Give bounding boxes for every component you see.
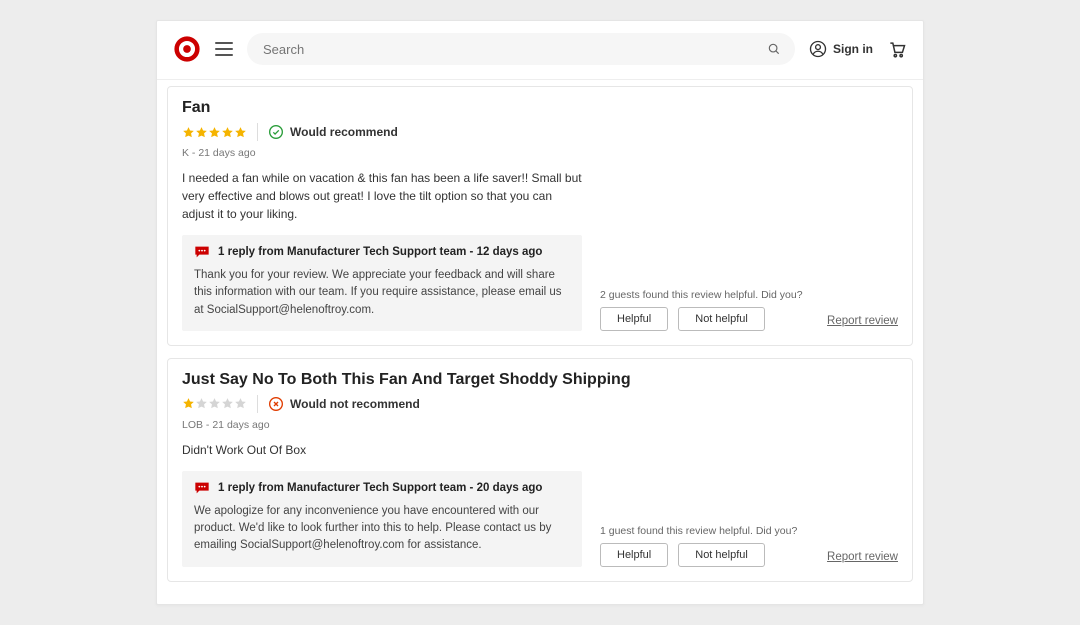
reply-body: We apologize for any inconvenience you h… <box>194 503 570 555</box>
review-title: Just Say No To Both This Fan And Target … <box>182 371 898 389</box>
helpful-prompt: 2 guests found this review helpful. Did … <box>600 289 803 301</box>
star-icon <box>182 397 195 410</box>
star-icon <box>195 397 208 410</box>
review-card: Fan Would recommend K - 21 days ago I ne… <box>167 86 913 346</box>
search-input[interactable] <box>261 41 767 58</box>
report-review-link[interactable]: Report review <box>827 551 898 563</box>
search-icon[interactable] <box>767 42 781 56</box>
reply-bubble-icon <box>194 481 210 495</box>
review-title: Fan <box>182 99 898 117</box>
sign-in-label: Sign in <box>833 42 873 56</box>
helpful-actions: 2 guests found this review helpful. Did … <box>600 289 809 331</box>
review-meta: K - 21 days ago <box>182 147 898 159</box>
separator <box>257 395 258 413</box>
top-header: Sign in <box>157 21 923 80</box>
recommend-badge: Would recommend <box>268 124 398 140</box>
star-rating <box>182 126 247 139</box>
manufacturer-reply: 1 reply from Manufacturer Tech Support t… <box>182 235 582 331</box>
review-footer: 1 reply from Manufacturer Tech Support t… <box>182 471 898 567</box>
app-frame: Sign in Fan Would recommend K - 21 days … <box>156 20 924 605</box>
review-card: Just Say No To Both This Fan And Target … <box>167 358 913 582</box>
helpful-button[interactable]: Helpful <box>600 307 668 331</box>
user-icon <box>809 40 827 58</box>
recommend-label: Would recommend <box>290 125 398 139</box>
reply-header-text: 1 reply from Manufacturer Tech Support t… <box>218 482 542 494</box>
star-icon <box>234 126 247 139</box>
star-icon <box>208 126 221 139</box>
cart-icon[interactable] <box>887 39 907 59</box>
star-icon <box>195 126 208 139</box>
check-circle-icon <box>268 124 284 140</box>
star-icon <box>208 397 221 410</box>
review-meta: LOB - 21 days ago <box>182 419 898 431</box>
star-icon <box>221 126 234 139</box>
review-body: I needed a fan while on vacation & this … <box>182 169 582 223</box>
helpful-button[interactable]: Helpful <box>600 543 668 567</box>
review-body: Didn't Work Out Of Box <box>182 441 582 459</box>
recommend-label: Would not recommend <box>290 397 420 411</box>
not-helpful-button[interactable]: Not helpful <box>678 543 765 567</box>
x-circle-icon <box>268 396 284 412</box>
search-field[interactable] <box>247 33 795 65</box>
star-icon <box>182 126 195 139</box>
menu-icon[interactable] <box>215 42 233 56</box>
manufacturer-reply: 1 reply from Manufacturer Tech Support t… <box>182 471 582 567</box>
rating-row: Would recommend <box>182 123 898 141</box>
separator <box>257 123 258 141</box>
reply-body: Thank you for your review. We appreciate… <box>194 267 570 319</box>
not-helpful-button[interactable]: Not helpful <box>678 307 765 331</box>
reply-header: 1 reply from Manufacturer Tech Support t… <box>194 245 570 259</box>
star-icon <box>221 397 234 410</box>
recommend-badge: Would not recommend <box>268 396 420 412</box>
reply-bubble-icon <box>194 245 210 259</box>
helpful-prompt: 1 guest found this review helpful. Did y… <box>600 525 797 537</box>
star-icon <box>234 397 247 410</box>
sign-in-button[interactable]: Sign in <box>809 40 873 58</box>
brand-logo[interactable] <box>173 35 201 63</box>
helpful-actions: 1 guest found this review helpful. Did y… <box>600 525 809 567</box>
report-review-link[interactable]: Report review <box>827 315 898 327</box>
star-rating <box>182 397 247 410</box>
reply-header: 1 reply from Manufacturer Tech Support t… <box>194 481 570 495</box>
reviews-list: Fan Would recommend K - 21 days ago I ne… <box>157 80 923 604</box>
rating-row: Would not recommend <box>182 395 898 413</box>
review-footer: 1 reply from Manufacturer Tech Support t… <box>182 235 898 331</box>
reply-header-text: 1 reply from Manufacturer Tech Support t… <box>218 246 542 258</box>
